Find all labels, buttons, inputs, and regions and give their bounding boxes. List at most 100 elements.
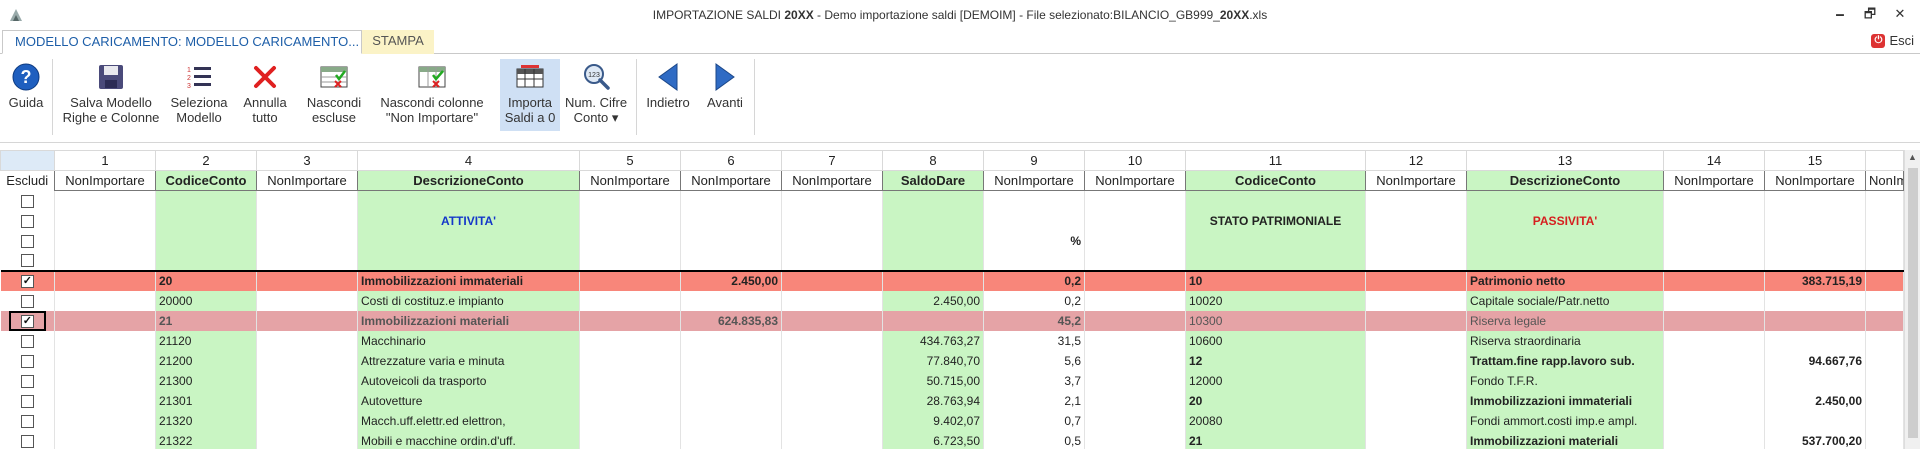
grid-cell[interactable] [256,430,358,449]
codice-conto-cell[interactable]: 21200 [155,350,257,371]
percent-cell[interactable]: 0,2 [983,269,1085,291]
grid-cell[interactable] [579,310,681,331]
grid-cell[interactable] [579,269,681,291]
grid-cell[interactable] [1365,390,1467,411]
header-cell[interactable]: NonImportare [1663,170,1765,191]
col-number[interactable]: 9 [983,150,1085,171]
percent-cell[interactable]: 31,5 [983,330,1085,351]
header-cell[interactable]: CodiceConto [1185,170,1366,191]
escludi-cell[interactable] [0,290,55,311]
seleziona-modello-button[interactable]: 123 Seleziona Modello [166,59,232,131]
table-row[interactable]: 21320 Macch.uff.elettr.ed elettron, 9.402,… [0,410,1904,431]
value-cell[interactable]: 2.450,00 [1764,390,1866,411]
grid-cell[interactable] [1365,290,1467,311]
esci-button[interactable]: ⏻ Esci [1871,33,1914,48]
annulla-tutto-button[interactable]: Annulla tutto [236,59,294,131]
table-row[interactable]: 21 Immobilizzazioni materiali 624.835,83 45… [0,310,1904,331]
grid-cell[interactable] [1084,410,1186,431]
value-cell[interactable] [680,390,782,411]
col-number[interactable]: 14 [1663,150,1765,171]
percent-cell[interactable]: 0,7 [983,410,1085,431]
grid-cell[interactable] [1084,430,1186,449]
percent-cell[interactable]: 2,1 [983,390,1085,411]
grid-cell[interactable] [1365,430,1467,449]
grid-cell[interactable] [1663,350,1765,371]
codice-conto-cell[interactable]: 21120 [155,330,257,351]
grid-cell[interactable] [1865,290,1904,311]
header-cell[interactable]: NonImportare [1865,170,1904,191]
grid-cell[interactable] [1865,330,1904,351]
grid-cell[interactable] [1365,350,1467,371]
grid-cell[interactable] [1865,410,1904,431]
grid-cell[interactable] [1084,390,1186,411]
grid-cell[interactable] [256,269,358,291]
header-cell[interactable]: NonImportare [1365,170,1467,191]
table-row[interactable]: 21301 Autovetture 28.763,94 2,1 20 Immobilizz… [0,390,1904,411]
col-number[interactable]: 5 [579,150,681,171]
grid-cell[interactable] [579,410,681,431]
nascondi-colonne-button[interactable]: Nascondi colonne "Non Importare" [372,59,492,131]
scroll-thumb[interactable] [1908,168,1918,438]
vertical-scrollbar[interactable]: ▲ [1904,150,1920,449]
codice-conto-cell[interactable]: 20000 [155,290,257,311]
tab-stampa[interactable]: STAMPA [362,30,434,54]
grid-cell[interactable] [54,390,156,411]
num-cifre-conto-dropdown[interactable]: 123 Num. Cifre Conto ▾ [560,59,632,131]
grid-cell[interactable] [54,330,156,351]
grid-cell[interactable] [579,390,681,411]
value-cell[interactable] [680,370,782,391]
codice-conto-cell[interactable]: 20 [155,269,257,291]
percent-cell[interactable]: 5,6 [983,350,1085,371]
value-cell[interactable] [1764,330,1866,351]
grid-cell[interactable] [1365,330,1467,351]
value-cell[interactable]: 624.835,83 [680,310,782,331]
table-row[interactable]: 21200 Attrezzature varia e minuta 77.840,7… [0,350,1904,371]
grid-cell[interactable] [1365,370,1467,391]
value-cell[interactable]: 383.715,19 [1764,269,1866,291]
col-number[interactable]: 2 [155,150,257,171]
escludi-checkbox[interactable] [20,414,34,428]
escludi-checkbox[interactable] [20,294,34,308]
percent-cell[interactable]: 0,2 [983,290,1085,311]
table-row[interactable]: 20 Immobilizzazioni immateriali 2.450,00 0,… [0,269,1904,291]
grid-cell[interactable] [54,290,156,311]
escludi-cell[interactable] [0,269,55,291]
escludi-cell[interactable] [0,410,55,431]
col-number[interactable]: 8 [882,150,984,171]
grid-cell[interactable] [1084,269,1186,291]
codice-conto-2-cell[interactable]: 10600 [1185,330,1366,351]
col-number[interactable]: 11 [1185,150,1366,171]
tab-modello-caricamento[interactable]: MODELLO CARICAMENTO: MODELLO CARICAMENTO… [2,30,362,54]
descrizione-conto-cell[interactable]: Immobilizzazioni immateriali [357,269,580,291]
table-row[interactable]: 21300 Autoveicoli da trasporto 50.715,00 3,… [0,370,1904,391]
col-number[interactable]: 1 [54,150,156,171]
escludi-cell[interactable] [0,330,55,351]
grid-cell[interactable] [1084,370,1186,391]
escludi-checkbox[interactable] [20,334,34,348]
descrizione-conto-2-cell[interactable]: Fondo T.F.R. [1466,370,1664,391]
col-number[interactable]: 6 [680,150,782,171]
saldo-dare-cell[interactable]: 434.763,27 [882,330,984,351]
grid-cell[interactable] [781,310,883,331]
grid-cell[interactable] [781,350,883,371]
escludi-cell[interactable] [0,370,55,391]
table-row[interactable]: 20000 Costi di costituz.e impianto 2.450,0… [0,290,1904,311]
grid-cell[interactable] [1663,310,1765,331]
grid-cell[interactable] [1865,269,1904,291]
grid-cell[interactable] [1663,430,1765,449]
col-number[interactable] [1865,150,1904,171]
value-cell[interactable] [1764,310,1866,331]
escludi-checkbox[interactable] [20,394,34,408]
col-number[interactable]: 13 [1466,150,1664,171]
saldo-dare-cell[interactable]: 77.840,70 [882,350,984,371]
focused-cell[interactable] [8,310,46,331]
descrizione-conto-cell[interactable]: Macch.uff.elettr.ed elettron, [357,410,580,431]
descrizione-conto-cell[interactable]: Mobili e macchine ordin.d'uff. [357,430,580,449]
grid-cell[interactable] [1365,310,1467,331]
value-cell[interactable] [1764,410,1866,431]
codice-conto-cell[interactable]: 21301 [155,390,257,411]
codice-conto-2-cell[interactable]: 10300 [1185,310,1366,331]
escludi-checkbox[interactable] [20,354,34,368]
descrizione-conto-cell[interactable]: Autoveicoli da trasporto [357,370,580,391]
header-cell[interactable]: NonImportare [1764,170,1866,191]
